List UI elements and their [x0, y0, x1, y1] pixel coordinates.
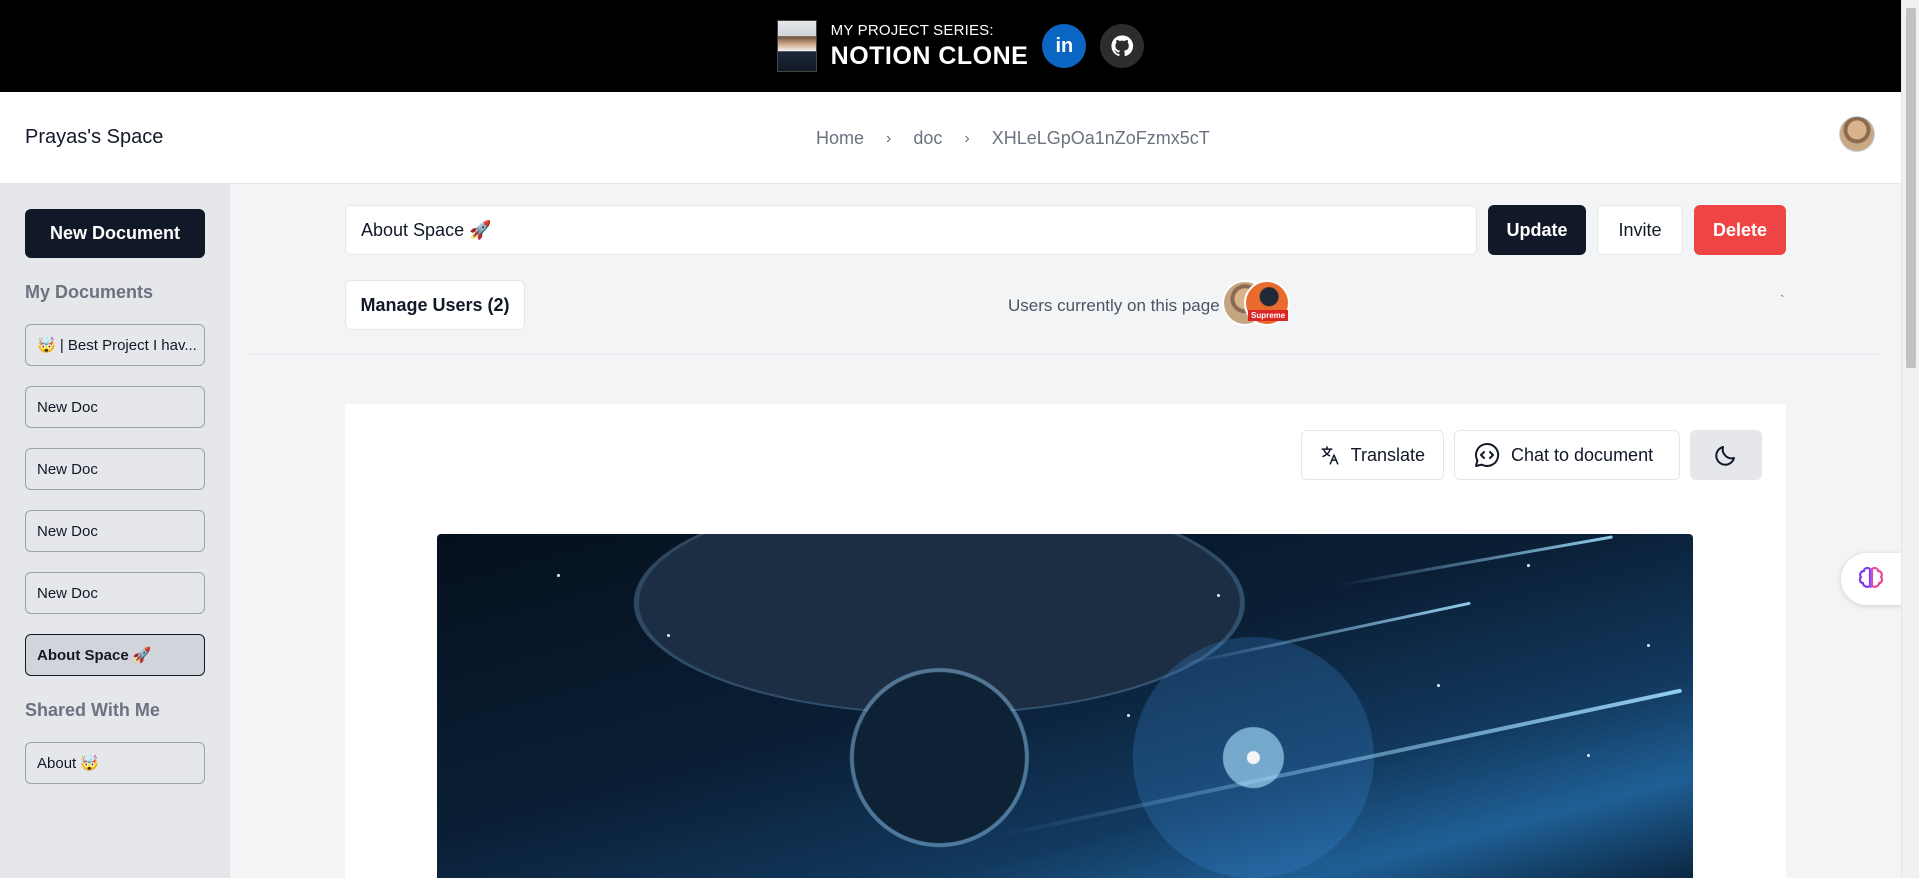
github-icon[interactable] [1100, 24, 1145, 68]
image-streak [996, 688, 1683, 838]
sidebar-doc-item[interactable]: New Doc [25, 448, 205, 490]
github-glyph [1111, 35, 1134, 57]
chat-label: Chat to document [1511, 444, 1654, 465]
chat-to-document-button[interactable]: Chat to document [1454, 430, 1680, 480]
translate-button[interactable]: Translate [1301, 430, 1444, 480]
image-star [1127, 714, 1130, 717]
ai-assistant-button[interactable] [1841, 553, 1901, 605]
breadcrumb-doc[interactable]: doc [913, 128, 942, 149]
dark-mode-toggle[interactable] [1690, 430, 1762, 480]
shared-with-me-heading: Shared With Me [25, 700, 160, 720]
divider [250, 354, 1881, 355]
delete-button[interactable]: Delete [1694, 205, 1786, 255]
sidebar-shared-doc-item[interactable]: About 🤯 [25, 742, 205, 784]
breadcrumb-home[interactable]: Home [816, 128, 864, 149]
banner-text: MY PROJECT SERIES: NOTION CLONE [831, 23, 1029, 69]
translate-label: Translate [1350, 444, 1425, 465]
linkedin-label: in [1055, 34, 1074, 57]
sidebar: New Document My Documents 🤯 | Best Proje… [0, 184, 230, 878]
image-streak [1336, 535, 1614, 587]
my-documents-heading: My Documents [25, 282, 154, 302]
user-avatar[interactable] [1839, 116, 1875, 152]
space-title: Prayas's Space [25, 126, 164, 148]
linkedin-icon[interactable]: in [1042, 24, 1087, 68]
image-star [1217, 594, 1220, 597]
sidebar-doc-item-active[interactable]: About Space 🚀 [25, 634, 205, 676]
breadcrumb-doc-id[interactable]: XHLeLGpOa1nZoFzmx5cT [992, 128, 1210, 149]
author-photo [776, 20, 817, 72]
brain-icon [1858, 566, 1884, 588]
chat-icon [1474, 442, 1500, 467]
banner-content: MY PROJECT SERIES: NOTION CLONE in [776, 20, 1145, 72]
presence-label: Users currently on this page [1008, 296, 1220, 315]
app-header: Prayas's Space Home › doc › XHLeLGpOa1nZ… [0, 92, 1901, 184]
presence-avatar-badge: Supreme [1248, 310, 1289, 321]
image-star [1587, 754, 1590, 757]
main-content: About Space 🚀 Update Invite Delete Manag… [230, 184, 1901, 878]
chevron-right-icon: › [886, 129, 892, 147]
invite-button[interactable]: Invite [1597, 205, 1683, 255]
image-star [1647, 644, 1650, 647]
moon-icon [1715, 446, 1735, 466]
translate-icon [1321, 446, 1339, 465]
space-cover-image [437, 534, 1693, 878]
image-streak [1176, 601, 1471, 667]
update-button[interactable]: Update [1488, 205, 1586, 255]
app-root: MY PROJECT SERIES: NOTION CLONE in Praya… [0, 0, 1919, 878]
editor-card: Translate Chat to document [345, 404, 1786, 878]
image-star [1437, 684, 1440, 687]
sidebar-doc-item[interactable]: New Doc [25, 386, 205, 428]
new-document-button[interactable]: New Document [25, 209, 205, 258]
manage-users-button[interactable]: Manage Users (2) [345, 280, 525, 330]
sidebar-doc-item[interactable]: New Doc [25, 510, 205, 552]
breadcrumb: Home › doc › XHLeLGpOa1nZoFzmx5cT [816, 128, 1210, 149]
project-banner: MY PROJECT SERIES: NOTION CLONE in [0, 0, 1901, 92]
chevron-right-icon: › [964, 129, 970, 147]
presence-avatars: Supreme [1222, 280, 1290, 328]
stray-mark: ` [1780, 292, 1785, 308]
image-star [1527, 564, 1530, 567]
sidebar-doc-item[interactable]: New Doc [25, 572, 205, 614]
sidebar-doc-item[interactable]: 🤯 | Best Project I hav... [25, 324, 205, 366]
page-scrollbar[interactable] [1901, 0, 1919, 878]
banner-subtitle: MY PROJECT SERIES: [830, 22, 994, 39]
image-star [667, 634, 670, 637]
banner-title: NOTION CLONE [830, 42, 1029, 70]
scrollbar-thumb[interactable] [1906, 8, 1916, 368]
image-star [557, 574, 560, 577]
document-title-input[interactable]: About Space 🚀 [345, 205, 1477, 255]
